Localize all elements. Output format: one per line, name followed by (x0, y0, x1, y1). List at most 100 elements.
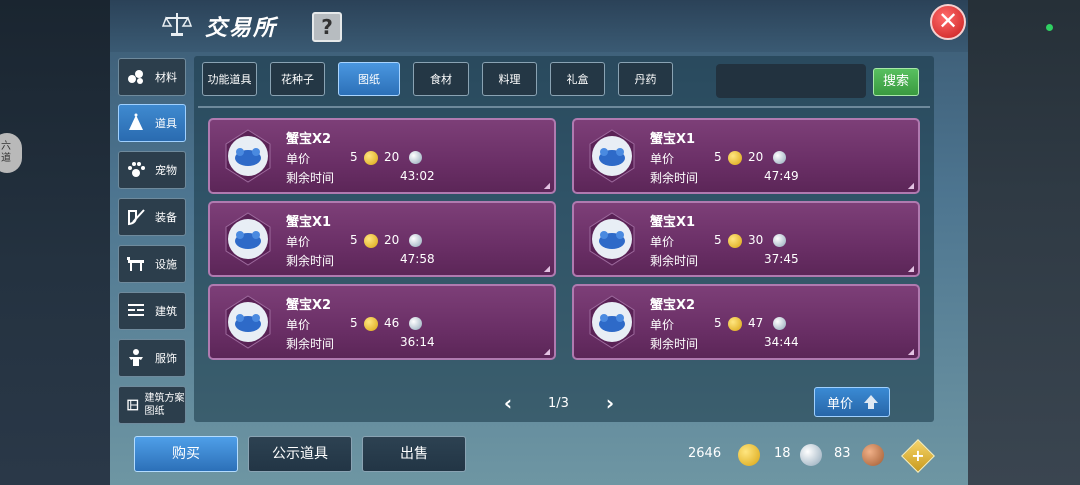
tab-gift-box[interactable]: 礼盒 (550, 62, 605, 96)
item-name: 蟹宝X1 (650, 132, 696, 147)
time-label: 剩余时间 (650, 337, 699, 351)
sidebar-item-label: 设施 (155, 257, 177, 271)
gold-coin-icon (728, 317, 742, 331)
prev-page-button[interactable]: ‹ (500, 393, 516, 415)
tab-elixirs[interactable]: 丹药 (618, 62, 673, 96)
tab-function-props[interactable]: 功能道具 (202, 62, 257, 96)
remaining-time: 37:45 (764, 252, 799, 266)
gold-coin-icon (738, 444, 760, 466)
silver-price: 20 (384, 150, 400, 164)
silver-price: 30 (748, 233, 764, 247)
help-button[interactable]: ? (312, 12, 342, 42)
listing-card[interactable]: 蟹宝X1 单价 5 20 剩余时间 47:58 ◢ (208, 201, 556, 277)
crab-item-icon (225, 129, 271, 183)
silver-coin-icon (800, 444, 822, 466)
title-bar: 交易所 ? ✕ (110, 0, 968, 52)
gold-price: 5 (714, 150, 722, 164)
corner-mark-icon: ◢ (907, 181, 914, 190)
gold-coin-icon (728, 151, 742, 165)
page-title: 交易所 (205, 16, 278, 41)
crab-item-icon (589, 295, 635, 349)
sidebar-item-props[interactable]: 道具 (118, 104, 186, 142)
listing-card[interactable]: 蟹宝X2 单价 5 20 剩余时间 43:02 ◢ (208, 118, 556, 194)
silver-coin-icon (773, 234, 786, 247)
item-name: 蟹宝X1 (286, 215, 332, 230)
unit-price-label: 单价 (286, 152, 311, 166)
time-label: 剩余时间 (286, 337, 335, 351)
add-currency-button[interactable]: + (901, 439, 935, 473)
gold-price: 5 (350, 233, 358, 247)
showcase-items-button[interactable]: 公示道具 (248, 436, 352, 472)
corner-mark-icon: ◢ (907, 264, 914, 273)
background-scene-right (966, 0, 1080, 485)
crab-item-icon (225, 212, 271, 266)
sidebar-item-label: 道具 (155, 116, 177, 130)
tab-blueprints[interactable]: 图纸 (338, 62, 400, 96)
remaining-time: 34:44 (764, 335, 799, 349)
remaining-time: 43:02 (400, 169, 435, 183)
listing-card[interactable]: 蟹宝X2 单价 5 46 剩余时间 36:14 ◢ (208, 284, 556, 360)
tab-cuisine[interactable]: 料理 (482, 62, 537, 96)
silver-price: 47 (748, 316, 764, 330)
copper-balance: 83 (834, 446, 851, 461)
page-indicator: 1/3 (548, 396, 569, 411)
trading-post-window: 交易所 ? ✕ 材料 道具 宠物 装备 设施 建筑 服饰 建筑方案图纸 功能道具… (110, 0, 968, 485)
crab-item-icon (589, 129, 635, 183)
search-input[interactable] (716, 64, 866, 98)
materials-icon (128, 70, 143, 84)
corner-mark-icon: ◢ (543, 181, 550, 190)
time-label: 剩余时间 (650, 254, 699, 268)
sidebar-item-blueprints[interactable]: 建筑方案图纸 (118, 386, 186, 424)
silver-coin-icon (409, 317, 422, 330)
gold-coin-icon (364, 234, 378, 248)
props-icon (129, 113, 143, 130)
unit-price-label: 单价 (286, 235, 311, 249)
gold-coin-icon (728, 234, 742, 248)
silver-price: 20 (748, 150, 764, 164)
gold-coin-icon (364, 151, 378, 165)
gold-price: 5 (714, 316, 722, 330)
time-label: 剩余时间 (650, 171, 699, 185)
sidebar-item-pets[interactable]: 宠物 (118, 151, 186, 189)
silver-price: 20 (384, 233, 400, 247)
close-button[interactable]: ✕ (930, 4, 966, 40)
time-label: 剩余时间 (286, 254, 335, 268)
side-avatar-badge[interactable]: 六 道 (0, 133, 22, 173)
silver-coin-icon (409, 151, 422, 164)
facility-icon (127, 257, 144, 271)
unit-price-label: 单价 (286, 318, 311, 332)
sidebar-item-building[interactable]: 建筑 (118, 292, 186, 330)
next-page-button[interactable]: › (602, 393, 618, 415)
tab-flower-seeds[interactable]: 花种子 (270, 62, 325, 96)
crab-item-icon (589, 212, 635, 266)
listing-card[interactable]: 蟹宝X1 单价 5 20 剩余时间 47:49 ◢ (572, 118, 920, 194)
gold-coin-icon (364, 317, 378, 331)
sidebar-item-label: 材料 (155, 70, 177, 84)
sidebar-item-materials[interactable]: 材料 (118, 58, 186, 96)
sidebar-item-label: 服饰 (155, 351, 177, 365)
gold-price: 5 (350, 150, 358, 164)
sidebar-item-equipment[interactable]: 装备 (118, 198, 186, 236)
unit-price-label: 单价 (650, 318, 675, 332)
copper-coin-icon (862, 444, 884, 466)
search-button[interactable]: 搜索 (873, 68, 919, 96)
buy-button[interactable]: 购买 (134, 436, 238, 472)
corner-mark-icon: ◢ (543, 264, 550, 273)
silver-coin-icon (409, 234, 422, 247)
gold-price: 5 (714, 233, 722, 247)
listing-card[interactable]: 蟹宝X1 单价 5 30 剩余时间 37:45 ◢ (572, 201, 920, 277)
listing-card[interactable]: 蟹宝X2 单价 5 47 剩余时间 34:44 ◢ (572, 284, 920, 360)
sidebar-item-facility[interactable]: 设施 (118, 245, 186, 283)
sell-button[interactable]: 出售 (362, 436, 466, 472)
tab-ingredients[interactable]: 食材 (413, 62, 469, 96)
corner-mark-icon: ◢ (543, 347, 550, 356)
sidebar-item-clothing[interactable]: 服饰 (118, 339, 186, 377)
sort-by-unit-price-button[interactable]: 单价 (814, 387, 890, 417)
crab-item-icon (225, 295, 271, 349)
silver-coin-icon (773, 317, 786, 330)
silver-balance: 18 (774, 446, 791, 461)
remaining-time: 47:58 (400, 252, 435, 266)
item-name: 蟹宝X2 (286, 298, 332, 313)
item-name: 蟹宝X2 (650, 298, 696, 313)
item-name: 蟹宝X2 (286, 132, 332, 147)
